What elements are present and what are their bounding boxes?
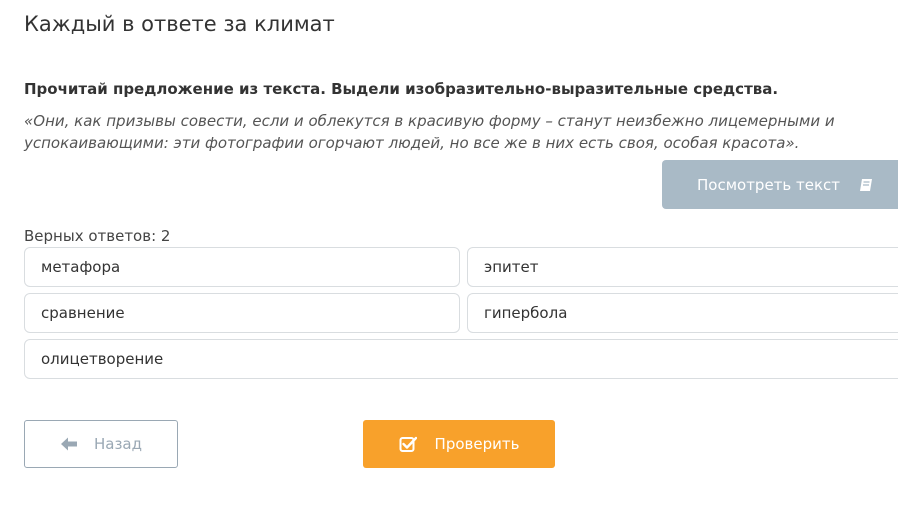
view-text-label: Посмотреть текст xyxy=(697,175,841,194)
checkbox-icon xyxy=(399,435,417,453)
book-icon xyxy=(858,177,874,193)
answer-option-metaphor[interactable]: метафора xyxy=(24,247,460,287)
task-quote: «Они, как призывы совести, если и облеку… xyxy=(24,112,835,152)
task-instruction: Прочитай предложение из текста. Выдели и… xyxy=(24,80,779,98)
check-button[interactable]: Проверить xyxy=(363,420,555,468)
answer-option-comparison[interactable]: сравнение xyxy=(24,293,460,333)
answer-option-hyperbole[interactable]: гипербола xyxy=(467,293,898,333)
answer-option-epithet[interactable]: эпитет xyxy=(467,247,898,287)
check-label: Проверить xyxy=(434,435,520,453)
back-label: Назад xyxy=(93,435,142,453)
answer-option-personification[interactable]: олицетворение xyxy=(24,339,898,379)
correct-answers-count: Верных ответов: 2 xyxy=(24,227,171,245)
arrow-left-icon xyxy=(60,436,78,452)
page-title: Каждый в ответе за климат xyxy=(24,12,335,36)
back-button[interactable]: Назад xyxy=(24,420,178,468)
view-text-button[interactable]: Посмотреть текст xyxy=(662,160,898,209)
